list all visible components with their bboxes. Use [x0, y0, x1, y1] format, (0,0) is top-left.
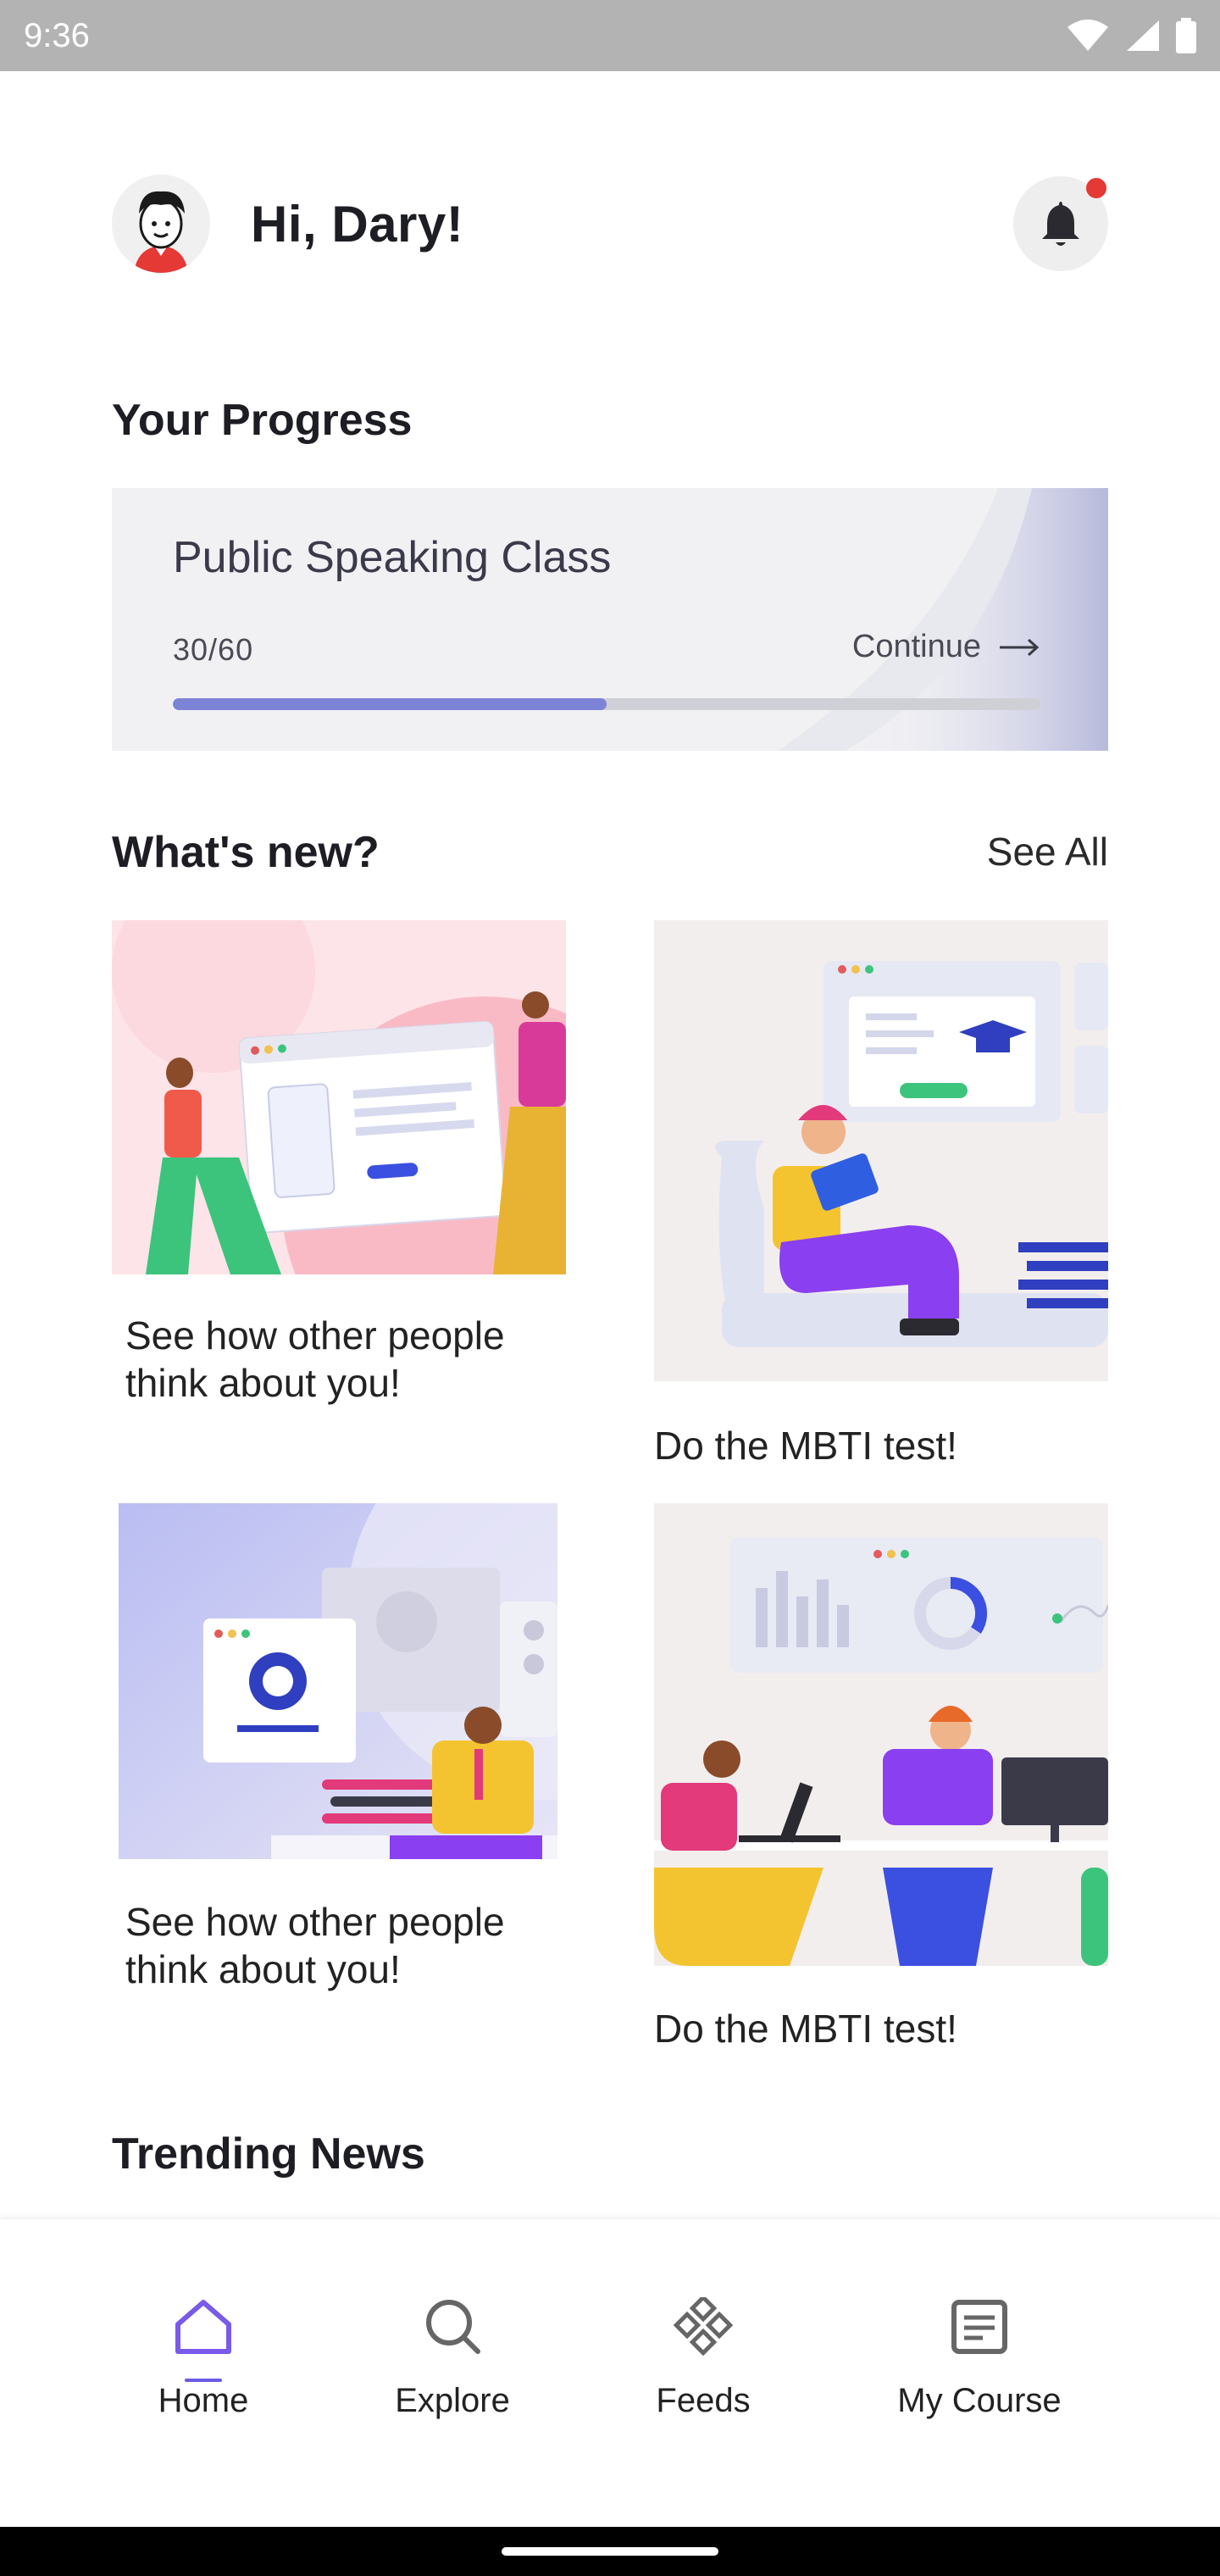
greeting: Hi, Dary!	[251, 195, 464, 253]
news-card-caption: See how other people think about you!	[125, 1900, 505, 1991]
progress-bar-fill	[173, 698, 607, 710]
card-background-decoration	[778, 488, 1108, 751]
notifications-button[interactable]	[1013, 176, 1108, 271]
nav-item-explore[interactable]: Explore	[342, 2297, 563, 2420]
news-card[interactable]: See how other people think about you!	[112, 920, 566, 1407]
arrow-right-icon	[1000, 638, 1040, 656]
nav-label-explore: Explore	[395, 2382, 510, 2419]
trending-section-title: Trending News	[112, 2129, 425, 2179]
battery-icon	[1176, 18, 1196, 53]
news-card-illustration	[654, 1503, 1108, 1966]
home-icon	[175, 2300, 231, 2354]
continue-label: Continue	[851, 629, 981, 664]
news-card-illustration	[654, 920, 1108, 1381]
bottom-navigation: Home Explore Feeds My Course	[0, 2218, 1220, 2527]
nav-item-feeds[interactable]: Feeds	[593, 2297, 813, 2420]
user-avatar-icon	[112, 175, 210, 273]
progress-bar	[173, 698, 1040, 710]
search-icon	[426, 2300, 480, 2354]
course-name: Public Speaking Class	[173, 533, 612, 582]
news-card[interactable]: See how other people think about you!	[119, 1503, 557, 1993]
status-bar: 9:36	[0, 0, 1220, 71]
news-card[interactable]: Do the MBTI test!	[654, 920, 1108, 1469]
news-card-caption: Do the MBTI test!	[654, 2007, 957, 2051]
nav-item-home[interactable]: Home	[93, 2297, 313, 2420]
home-gesture-handle[interactable]	[502, 2547, 718, 2556]
whats-new-section-title: What's new?	[112, 828, 380, 877]
nav-item-my-course[interactable]: My Course	[869, 2297, 1090, 2420]
cellular-signal-icon	[1127, 20, 1159, 51]
feeds-icon	[673, 2297, 734, 2357]
news-card-illustration	[119, 1503, 557, 1859]
news-card[interactable]: Do the MBTI test!	[654, 1503, 1108, 2052]
progress-section-title: Your Progress	[112, 396, 413, 445]
see-all-link[interactable]: See All	[987, 829, 1108, 874]
bell-icon	[1042, 202, 1079, 246]
header: Hi, Dary!	[112, 175, 1108, 273]
news-card-caption: See how other people think about you!	[125, 1313, 505, 1405]
progress-count: 30/60	[173, 632, 254, 667]
system-gesture-bar	[0, 2527, 1220, 2576]
notification-badge	[1086, 178, 1106, 198]
news-card-caption: Do the MBTI test!	[654, 1424, 957, 1468]
course-icon	[951, 2300, 1007, 2354]
nav-label-feeds: Feeds	[656, 2382, 751, 2419]
nav-label-home: Home	[158, 2382, 249, 2419]
course-progress-card[interactable]: Public Speaking Class 30/60 Continue	[112, 488, 1108, 751]
wifi-icon	[1068, 19, 1108, 51]
nav-label-my-course: My Course	[897, 2382, 1062, 2419]
continue-button[interactable]: Continue	[852, 629, 1040, 665]
status-time: 9:36	[24, 16, 90, 54]
active-tab-indicator	[185, 2379, 222, 2382]
avatar[interactable]	[112, 175, 210, 273]
news-card-illustration	[112, 920, 566, 1274]
status-icons	[1066, 18, 1196, 53]
